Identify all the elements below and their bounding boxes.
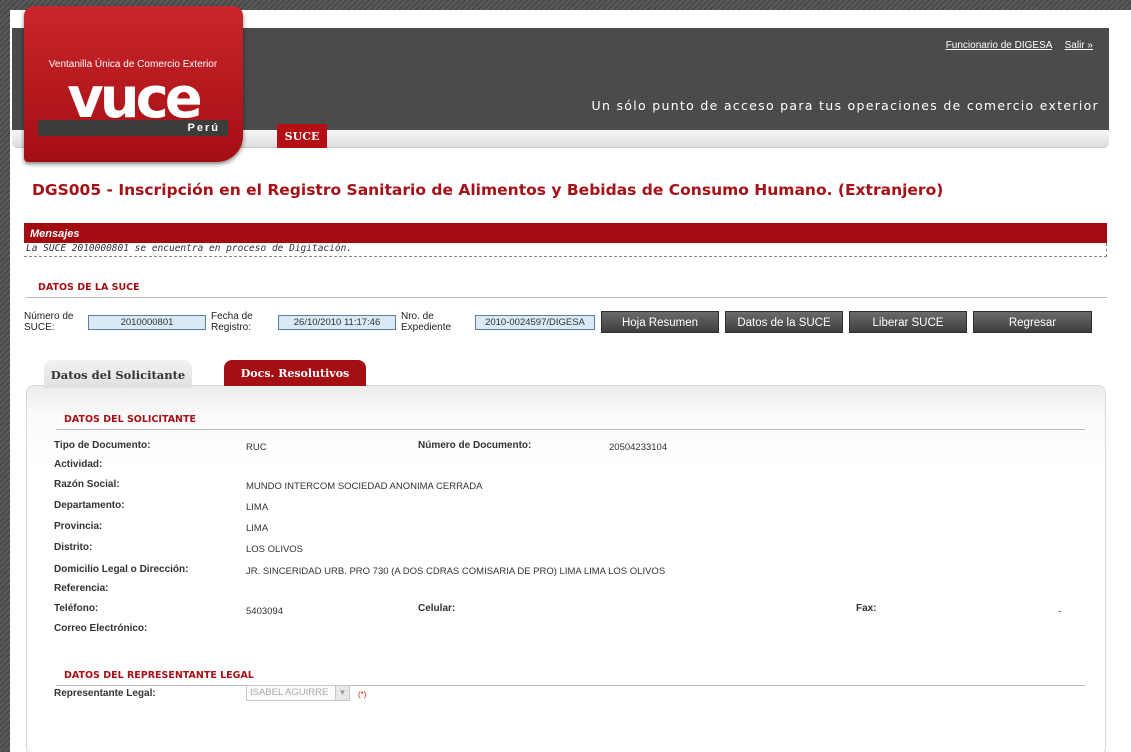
regresar-button[interactable]: Regresar	[973, 311, 1092, 333]
provincia-label: Provincia:	[54, 521, 103, 532]
page-title: DGS005 - Inscripción en el Registro Sani…	[32, 181, 944, 199]
razon-social-label: Razón Social:	[54, 479, 120, 490]
liberar-suce-button[interactable]: Liberar SUCE	[849, 311, 967, 333]
fax-value: -	[1058, 606, 1062, 617]
representante-legal-value: ISABEL AGUIRRE	[250, 687, 329, 698]
razon-social-value: MUNDO INTERCOM SOCIEDAD ANONIMA CERRADA	[246, 481, 483, 492]
telefono-label: Teléfono:	[54, 603, 99, 614]
tab-datos-solicitante[interactable]: Datos del Solicitante	[44, 360, 192, 388]
messages-text: La SUCE 2010000801 se encuentra en proce…	[24, 243, 1107, 257]
fax-label: Fax:	[856, 603, 877, 614]
logo-bar: Perú	[38, 120, 228, 136]
hoja-resumen-button[interactable]: Hoja Resumen	[601, 311, 719, 333]
numero-documento-value: 20504233104	[609, 442, 668, 453]
tipo-documento-value: RUC	[246, 442, 267, 453]
logout-link[interactable]: Salir »	[1065, 40, 1093, 51]
fecha-registro-field: 26/10/2010 11:17:46	[278, 315, 396, 330]
telefono-value: 5403094	[246, 606, 283, 617]
messages-header: Mensajes	[24, 223, 1107, 243]
domicilio-label: Domicilio Legal o Dirección:	[54, 564, 189, 575]
numero-documento-label: Número de Documento:	[418, 440, 532, 451]
user-link[interactable]: Funcionario de DIGESA	[946, 40, 1052, 51]
domicilio-value: JR. SINCERIDAD URB. PRO 730 (A DOS CDRAS…	[246, 566, 666, 577]
representante-section-title: DATOS DEL REPRESENTANTE LEGAL	[56, 670, 1085, 686]
departamento-value: LIMA	[246, 502, 269, 513]
chevron-down-icon[interactable]: ▼	[335, 686, 349, 700]
logo-country: Perú	[187, 122, 220, 134]
tagline: Un sólo punto de acceso para tus operaci…	[591, 98, 1099, 113]
distrito-label: Distrito:	[54, 542, 93, 553]
datos-suce-button[interactable]: Datos de la SUCE	[725, 311, 843, 333]
vuce-logo[interactable]: Ventanilla Única de Comercio Exterior vu…	[24, 6, 243, 162]
numero-suce-label: Número de SUCE:	[24, 311, 74, 333]
departamento-label: Departamento:	[54, 500, 125, 511]
provincia-value: LIMA	[246, 523, 269, 534]
nav-tab-suce[interactable]: SUCE	[277, 124, 327, 148]
correo-label: Correo Electrónico:	[54, 623, 148, 634]
representante-legal-select[interactable]: ISABEL AGUIRRE ▼	[246, 685, 350, 701]
representante-legal-label: Representante Legal:	[54, 688, 156, 699]
actividad-label: Actividad:	[54, 459, 103, 470]
celular-label: Celular:	[418, 603, 456, 614]
suce-section-title: DATOS DE LA SUCE	[26, 282, 1107, 298]
numero-suce-field: 2010000801	[88, 315, 206, 330]
required-marker: (*)	[358, 690, 367, 699]
distrito-value: LOS OLIVOS	[246, 544, 304, 555]
user-links: Funcionario de DIGESA Salir »	[936, 40, 1093, 51]
tab-docs-resolutivos[interactable]: Docs. Resolutivos	[224, 360, 366, 386]
fecha-registro-label: Fecha de Registro:	[211, 311, 253, 333]
solicitante-section-title: DATOS DEL SOLICITANTE	[56, 414, 1085, 430]
tipo-documento-label: Tipo de Documento:	[54, 440, 151, 451]
expediente-label: Nro. de Expediente	[401, 311, 452, 333]
expediente-field: 2010-0024597/DIGESA	[475, 315, 595, 330]
referencia-label: Referencia:	[54, 583, 109, 594]
